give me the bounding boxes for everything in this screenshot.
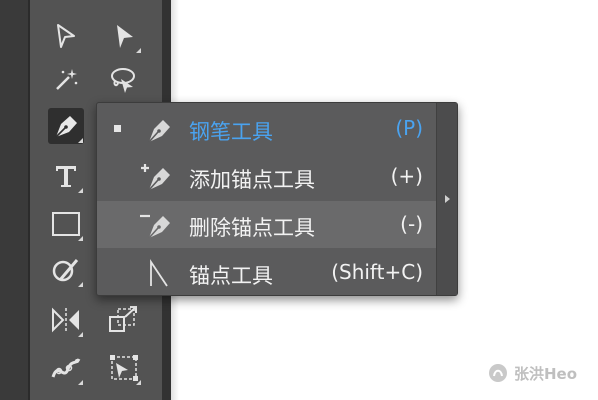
lasso-tool[interactable] [106, 62, 142, 98]
magic-wand-tool[interactable] [48, 62, 84, 98]
menu-item-label: 删除锚点工具 [189, 216, 315, 240]
reflect-icon [52, 307, 79, 333]
watermark-text: 张洪Heo [514, 364, 578, 383]
left-panel-strip [0, 0, 28, 400]
menu-item-shortcut: (P) [395, 116, 423, 140]
delete-anchor-point-icon [140, 214, 170, 239]
current-tool-indicator [114, 125, 121, 132]
tear-off-strip[interactable] [436, 103, 457, 295]
more-tools-corner-icon [136, 380, 141, 385]
more-tools-corner-icon [78, 188, 83, 193]
puppet-warp-icon [51, 358, 81, 378]
menu-item-shortcut: (Shift+C) [331, 260, 423, 284]
direct-selection-tool[interactable] [48, 18, 84, 54]
free-transform-tool[interactable] [106, 350, 142, 386]
puppet-warp-tool[interactable] [48, 350, 84, 386]
menu-item-pen-tool[interactable]: 钢笔工具 (P) [97, 105, 437, 152]
type-tool[interactable] [48, 158, 84, 194]
pen-icon [148, 120, 170, 143]
more-tools-corner-icon [136, 48, 141, 53]
anchor-point-icon [150, 259, 168, 287]
menu-item-label: 锚点工具 [189, 264, 273, 288]
free-transform-icon [110, 355, 138, 381]
menu-item-shortcut: (+) [390, 164, 423, 188]
add-anchor-point-icon [141, 164, 170, 191]
menu-item-shortcut: (-) [400, 212, 423, 236]
direct-selection-icon [57, 24, 75, 48]
scale-tool[interactable] [106, 302, 142, 338]
watermark: 张洪Heo [488, 360, 577, 386]
scale-icon [109, 306, 137, 332]
reflect-tool[interactable] [48, 302, 84, 338]
type-icon [56, 166, 76, 187]
pen-icon [55, 116, 77, 138]
tear-off-arrow-icon [445, 195, 450, 203]
menu-item-label: 添加锚点工具 [189, 168, 315, 192]
magic-wand-icon [56, 69, 78, 90]
menu-item-delete-anchor-point-tool[interactable]: 删除锚点工具 (-) [97, 201, 437, 248]
watermark-logo-icon [489, 364, 507, 382]
selection-arrow-icon [117, 25, 133, 48]
shaper-icon [52, 259, 79, 282]
more-tools-corner-icon [78, 138, 83, 143]
more-tools-corner-icon [78, 282, 83, 287]
pen-tool[interactable] [48, 108, 84, 144]
menu-item-anchor-point-tool[interactable]: 锚点工具 (Shift+C) [97, 249, 437, 296]
more-tools-corner-icon [78, 332, 83, 337]
pen-tools-flyout: 钢笔工具 (P) 添加锚点工具 (+) 删除锚点工具 (-) 锚点工具 (Shi… [96, 102, 458, 296]
shaper-tool[interactable] [48, 252, 84, 288]
selection-tool[interactable] [106, 18, 142, 54]
menu-item-add-anchor-point-tool[interactable]: 添加锚点工具 (+) [97, 153, 437, 200]
more-tools-corner-icon [78, 236, 83, 241]
menu-item-label: 钢笔工具 [189, 120, 273, 144]
rectangle-icon [52, 212, 80, 236]
lasso-icon [111, 68, 135, 93]
rectangle-tool[interactable] [48, 206, 84, 242]
more-tools-corner-icon [78, 380, 83, 385]
